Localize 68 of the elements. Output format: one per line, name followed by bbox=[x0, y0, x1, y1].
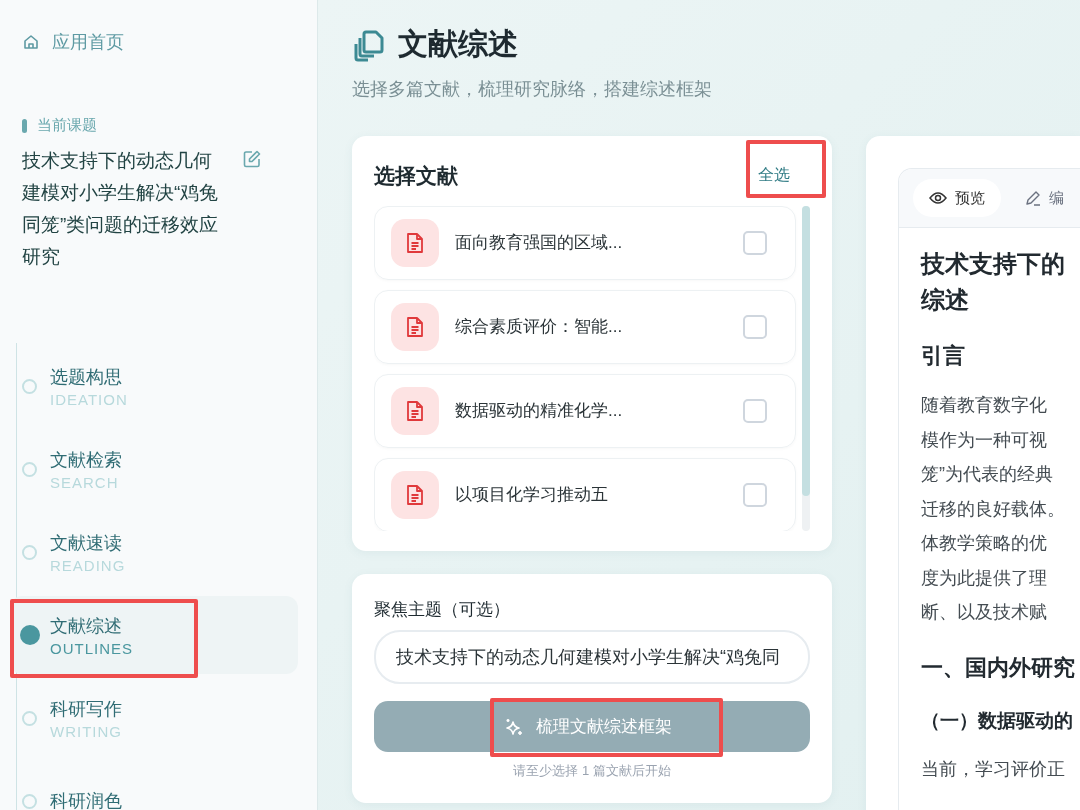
sparkle-icon bbox=[504, 716, 524, 737]
document-item[interactable]: 面向教育强国的区域... bbox=[374, 205, 796, 280]
document-item[interactable]: 数据驱动的精准化学... bbox=[374, 373, 796, 448]
document-title: 综合素质评价：智能... bbox=[455, 316, 624, 339]
step-dot bbox=[22, 544, 37, 560]
step-subtitle: READING bbox=[50, 556, 126, 574]
section-heading: 一、国内外研究 bbox=[921, 653, 1076, 682]
view-tab[interactable]: 编 bbox=[1009, 179, 1080, 217]
step-dot bbox=[20, 625, 40, 645]
document-title: 综述 bbox=[921, 285, 970, 315]
page-subtitle: 选择多篇文献，梳理研究脉络，搭建综述框架 bbox=[352, 78, 713, 101]
paragraph-line: 体教学策略的优 bbox=[921, 532, 1048, 555]
paragraph-line: 度为此提供了理 bbox=[921, 566, 1048, 590]
step-subtitle: SEARCH bbox=[50, 473, 120, 491]
document-title: 数据驱动的精准化学... bbox=[455, 400, 624, 423]
page-title: 文献综述 bbox=[398, 26, 518, 62]
hint-text: 请至少选择 1 篇文献后开始 bbox=[512, 762, 672, 780]
step-label: 选题构思 bbox=[50, 365, 123, 389]
file-icon bbox=[391, 386, 439, 435]
step-label: 科研写作 bbox=[50, 697, 122, 721]
pencil-icon bbox=[1025, 190, 1041, 206]
document-title: 技术支持下的 bbox=[921, 249, 1066, 279]
document-title: 面向教育强国的区域... bbox=[455, 232, 624, 255]
subsection-heading: （一）数据驱动的 bbox=[921, 708, 1074, 733]
document-title: 以项目化学习推动五 bbox=[455, 484, 609, 507]
step-subtitle: IDEATION bbox=[50, 390, 128, 408]
section-heading: 引言 bbox=[921, 342, 966, 370]
checkbox[interactable] bbox=[743, 398, 767, 423]
edit-icon[interactable] bbox=[242, 149, 262, 169]
checkbox[interactable] bbox=[743, 314, 767, 339]
file-icon bbox=[391, 218, 439, 267]
view-tab[interactable]: 预览 bbox=[913, 179, 1001, 217]
paragraph-line: 随着教育数字化 bbox=[921, 394, 1048, 417]
step-item[interactable]: 科研润色 bbox=[10, 762, 298, 810]
checkbox[interactable] bbox=[743, 230, 767, 255]
step-dot bbox=[22, 461, 37, 477]
checkbox[interactable] bbox=[743, 482, 767, 507]
step-item[interactable]: 文献检索 SEARCH bbox=[10, 430, 298, 508]
step-item[interactable]: 科研写作 WRITING bbox=[10, 679, 298, 757]
card-title: 选择文献 bbox=[374, 162, 458, 189]
focus-topic-field[interactable]: 技术支持下的动态几何建模对小学生解决“鸡兔同 bbox=[374, 630, 810, 684]
select-all-button[interactable]: 全选 bbox=[750, 161, 810, 191]
topic-title: 技术支持下的动态几何建模对小学生解决“鸡兔同笼”类问题的迁移效应研究 bbox=[22, 149, 220, 269]
scrollbar[interactable] bbox=[802, 205, 810, 496]
field-label: 聚焦主题（可选） bbox=[374, 599, 511, 621]
step-label: 科研润色 bbox=[50, 790, 122, 810]
step-item[interactable]: 文献速读 READING bbox=[10, 513, 298, 591]
paragraph-line: 笼”为代表的经典 bbox=[921, 463, 1054, 486]
paragraph-line: 断、以及技术赋 bbox=[921, 601, 1048, 624]
paragraph-line: 迁移的良好载体。 bbox=[921, 497, 1066, 521]
home-link[interactable]: 应用首页 bbox=[0, 0, 317, 54]
step-label: 文献检索 bbox=[50, 448, 122, 472]
paragraph-line: 模作为一种可视 bbox=[921, 428, 1048, 452]
step-label: 文献综述 bbox=[50, 614, 123, 638]
file-icon bbox=[391, 470, 439, 519]
step-label: 文献速读 bbox=[50, 531, 123, 555]
file-icon bbox=[391, 302, 439, 351]
step-item[interactable]: 选题构思 IDEATION bbox=[10, 347, 298, 425]
eye-icon bbox=[929, 191, 947, 205]
topic-caption: 当前课题 bbox=[37, 116, 97, 135]
document-item[interactable]: 综合素质评价：智能... bbox=[374, 289, 796, 364]
paragraph-line: 当前，学习评价正 bbox=[921, 757, 1066, 781]
step-dot bbox=[22, 378, 37, 394]
home-icon bbox=[22, 33, 40, 51]
step-dot bbox=[22, 710, 37, 726]
caption-marker bbox=[22, 118, 27, 133]
step-subtitle: WRITING bbox=[50, 722, 122, 740]
step-subtitle: OUTLINES bbox=[50, 639, 133, 657]
